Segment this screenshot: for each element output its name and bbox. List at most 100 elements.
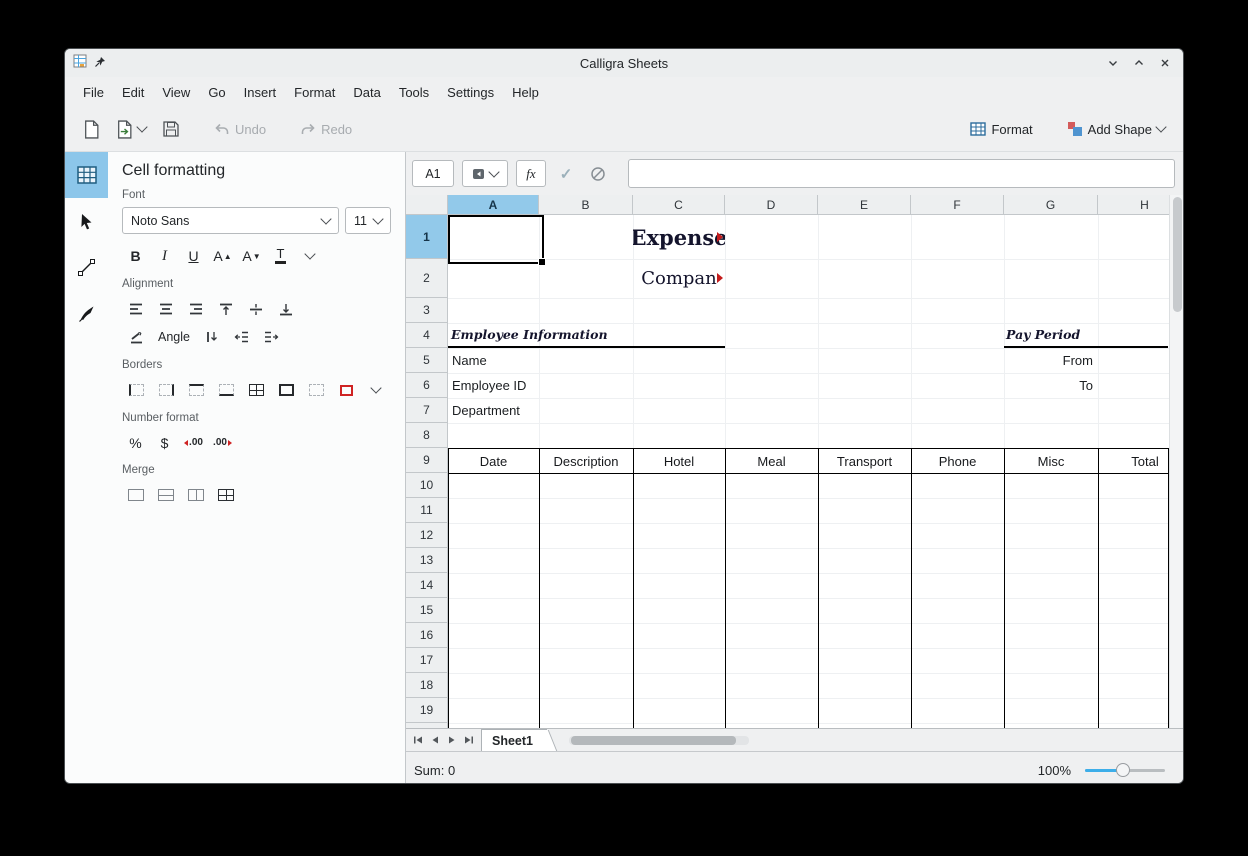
row-header-16[interactable]: 16: [406, 623, 448, 648]
zoom-slider-knob[interactable]: [1116, 763, 1130, 777]
row-header-5[interactable]: 5: [406, 348, 448, 373]
align-left-button[interactable]: [122, 296, 150, 322]
font-family-select[interactable]: Noto Sans: [122, 207, 339, 234]
border-color-button[interactable]: [332, 377, 360, 403]
bold-button[interactable]: B: [122, 244, 149, 269]
row-header-10[interactable]: 10: [406, 473, 448, 498]
row-header-8[interactable]: 8: [406, 423, 448, 448]
named-area-dropdown[interactable]: [462, 160, 508, 187]
rotate-text-button[interactable]: [122, 324, 150, 350]
menu-item-insert[interactable]: Insert: [235, 80, 286, 104]
horizontal-scrollbar[interactable]: [569, 736, 749, 745]
column-header-D[interactable]: D: [725, 195, 818, 215]
spreadsheet-grid[interactable]: Expense Compan Employee Information Pay …: [406, 195, 1169, 728]
vertical-scrollbar[interactable]: [1169, 195, 1183, 728]
row-header-6[interactable]: 6: [406, 373, 448, 398]
column-header-B[interactable]: B: [539, 195, 633, 215]
italic-button[interactable]: I: [151, 244, 178, 269]
underline-button[interactable]: U: [180, 244, 207, 269]
border-top-button[interactable]: [182, 377, 210, 403]
row-header-7[interactable]: 7: [406, 398, 448, 423]
increase-precision-button[interactable]: .00: [180, 430, 207, 455]
merge-vertical-button[interactable]: [182, 482, 210, 508]
row-header-20[interactable]: 20: [406, 723, 448, 728]
row-header-11[interactable]: 11: [406, 498, 448, 523]
apply-formula-button[interactable]: ✓: [554, 162, 578, 186]
increase-indent-button[interactable]: [258, 324, 286, 350]
superscript-button[interactable]: A▲: [209, 244, 236, 269]
angle-button[interactable]: Angle: [152, 324, 196, 350]
row-header-1[interactable]: 1: [406, 215, 448, 259]
currency-format-button[interactable]: $: [151, 430, 178, 455]
align-top-button[interactable]: [212, 296, 240, 322]
row-header-12[interactable]: 12: [406, 523, 448, 548]
menu-item-edit[interactable]: Edit: [113, 80, 153, 104]
cancel-formula-button[interactable]: [586, 162, 610, 186]
align-center-button[interactable]: [152, 296, 180, 322]
previous-sheet-button[interactable]: [426, 731, 443, 749]
next-sheet-button[interactable]: [443, 731, 460, 749]
border-right-button[interactable]: [152, 377, 180, 403]
border-left-button[interactable]: [122, 377, 150, 403]
menu-item-tools[interactable]: Tools: [390, 80, 438, 104]
cell-reference-box[interactable]: A1: [412, 160, 454, 187]
menu-item-settings[interactable]: Settings: [438, 80, 503, 104]
column-header-E[interactable]: E: [818, 195, 911, 215]
row-header-2[interactable]: 2: [406, 259, 448, 298]
menu-item-view[interactable]: View: [153, 80, 199, 104]
row-header-18[interactable]: 18: [406, 673, 448, 698]
add-shape-button[interactable]: Add Shape: [1063, 114, 1169, 144]
row-header-15[interactable]: 15: [406, 598, 448, 623]
cell-tool-button[interactable]: [65, 152, 108, 198]
format-button[interactable]: Format: [966, 114, 1036, 144]
save-button[interactable]: [158, 114, 184, 144]
border-none-button[interactable]: [302, 377, 330, 403]
zoom-slider[interactable]: [1085, 769, 1165, 772]
menu-item-go[interactable]: Go: [199, 80, 234, 104]
redo-button[interactable]: Redo: [296, 114, 356, 144]
cell-selection[interactable]: [448, 215, 544, 264]
align-right-button[interactable]: [182, 296, 210, 322]
border-options-chevron[interactable]: [362, 377, 390, 403]
align-middle-button[interactable]: [242, 296, 270, 322]
font-size-select[interactable]: 11: [345, 207, 391, 234]
last-sheet-button[interactable]: [460, 731, 477, 749]
row-header-14[interactable]: 14: [406, 573, 448, 598]
maximize-button[interactable]: [1133, 57, 1145, 69]
column-header-H[interactable]: H: [1098, 195, 1169, 215]
row-header-3[interactable]: 3: [406, 298, 448, 323]
menu-item-file[interactable]: File: [74, 80, 113, 104]
calligraphy-tool-button[interactable]: [65, 290, 108, 336]
decrease-indent-button[interactable]: [228, 324, 256, 350]
horizontal-scrollbar-thumb[interactable]: [571, 736, 736, 745]
border-all-button[interactable]: [242, 377, 270, 403]
menu-item-data[interactable]: Data: [344, 80, 389, 104]
selection-tool-button[interactable]: [65, 198, 108, 244]
border-bottom-button[interactable]: [212, 377, 240, 403]
sheet-tab-sheet1[interactable]: Sheet1: [481, 729, 547, 751]
subscript-button[interactable]: A▼: [238, 244, 265, 269]
font-color-button[interactable]: T: [267, 244, 294, 269]
vertical-scrollbar-thumb[interactable]: [1173, 197, 1182, 312]
merge-cells-button[interactable]: [122, 482, 150, 508]
row-header-13[interactable]: 13: [406, 548, 448, 573]
new-document-button[interactable]: [79, 114, 104, 144]
row-header-4[interactable]: 4: [406, 323, 448, 348]
row-header-19[interactable]: 19: [406, 698, 448, 723]
column-header-C[interactable]: C: [633, 195, 725, 215]
menu-item-help[interactable]: Help: [503, 80, 548, 104]
font-options-chevron[interactable]: [296, 243, 324, 269]
border-outline-button[interactable]: [272, 377, 300, 403]
merge-horizontal-button[interactable]: [152, 482, 180, 508]
formula-input[interactable]: [628, 159, 1175, 188]
undo-button[interactable]: Undo: [210, 114, 270, 144]
percent-format-button[interactable]: %: [122, 430, 149, 455]
column-header-A[interactable]: A: [448, 195, 539, 215]
first-sheet-button[interactable]: [409, 731, 426, 749]
column-header-G[interactable]: G: [1004, 195, 1098, 215]
decrease-precision-button[interactable]: .00: [209, 430, 236, 455]
align-bottom-button[interactable]: [272, 296, 300, 322]
line-tool-button[interactable]: [65, 244, 108, 290]
vertical-text-button[interactable]: [198, 324, 226, 350]
open-document-button[interactable]: [112, 114, 150, 144]
